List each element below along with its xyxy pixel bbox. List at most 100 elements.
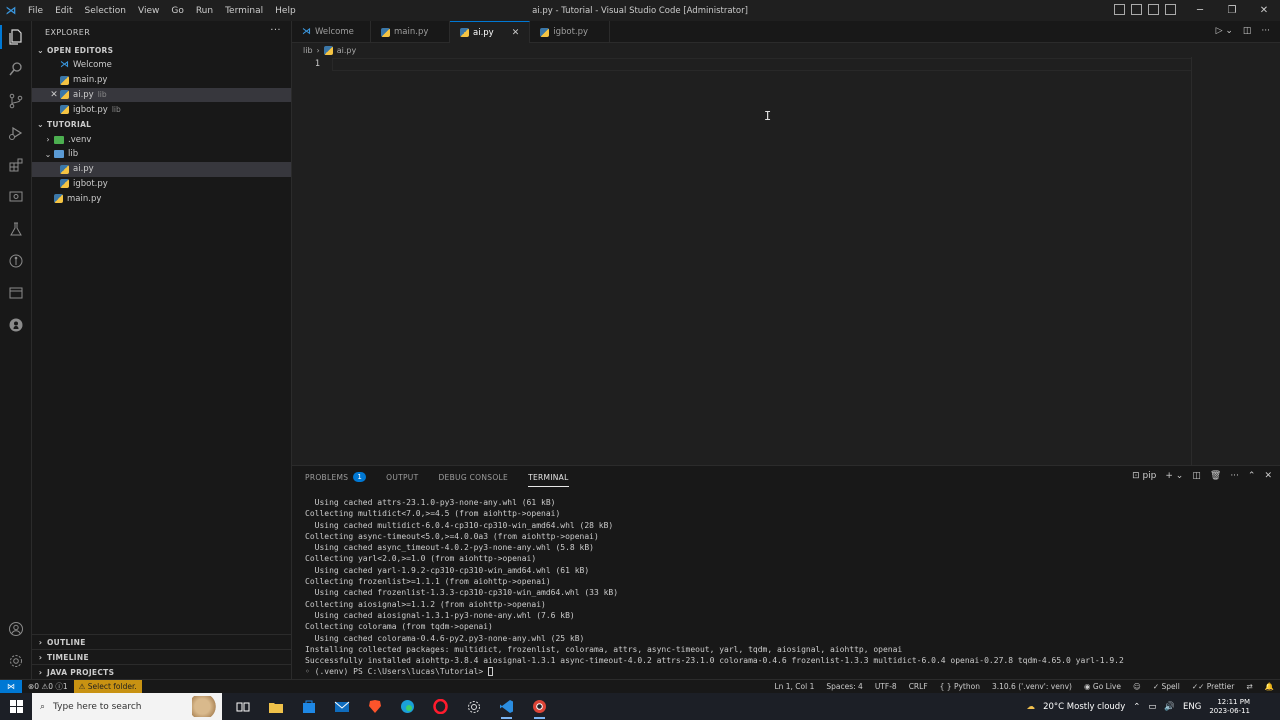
restore-icon[interactable]: ❐ xyxy=(1216,0,1248,21)
mail-icon[interactable] xyxy=(325,693,358,720)
chrome-taskbar-icon[interactable] xyxy=(523,693,556,720)
outline-header[interactable]: › OUTLINE xyxy=(32,634,291,649)
open-editor-main-py[interactable]: main.py xyxy=(32,73,291,88)
workspace-header[interactable]: ⌄ TUTORIAL xyxy=(32,117,291,132)
tree-file-ai-py[interactable]: ai.py xyxy=(32,161,291,177)
task-view-icon[interactable] xyxy=(226,693,259,720)
tab-output[interactable]: OUTPUT xyxy=(386,466,418,488)
git-graph-icon[interactable] xyxy=(0,245,32,277)
menu-view[interactable]: View xyxy=(132,6,165,16)
settings-icon[interactable] xyxy=(457,693,490,720)
chevron-up-icon[interactable]: ⌃ xyxy=(1133,702,1140,712)
source-control-icon[interactable] xyxy=(0,85,32,117)
tree-file-igbot-py[interactable]: igbot.py xyxy=(32,177,291,192)
terminal-output[interactable]: Using cached attrs-23.1.0-py3-none-any.w… xyxy=(305,497,1124,678)
open-editor-ai-py[interactable]: ✕ ai.py lib xyxy=(32,87,291,103)
split-editor-icon[interactable]: ◫ xyxy=(1243,26,1252,36)
new-terminal-icon[interactable]: + ⌄ xyxy=(1165,471,1183,481)
brave-browser-icon[interactable] xyxy=(358,693,391,720)
opera-browser-icon[interactable] xyxy=(424,693,457,720)
prettier-button[interactable]: ✓✓ Prettier xyxy=(1192,682,1235,691)
tab-ai-py[interactable]: ai.py ✕ xyxy=(450,21,531,43)
microsoft-store-icon[interactable] xyxy=(292,693,325,720)
editor-more-icon[interactable]: ··· xyxy=(1261,26,1270,36)
select-folder-status[interactable]: ⚠ Select folder. xyxy=(73,679,142,694)
taskbar-search-box[interactable]: ⌕ Type here to search xyxy=(32,693,222,720)
breadcrumb-file[interactable]: ai.py xyxy=(337,46,356,55)
open-editors-header[interactable]: ⌄ OPEN EDITORS xyxy=(32,43,291,58)
code-editor[interactable]: 1 I xyxy=(292,57,1280,465)
cursor-position[interactable]: Ln 1, Col 1 xyxy=(774,682,814,691)
menu-edit[interactable]: Edit xyxy=(49,6,78,16)
remote-indicator-icon[interactable]: ⋈ xyxy=(0,679,22,694)
close-tab-icon[interactable]: ✕ xyxy=(512,28,520,38)
input-language[interactable]: ENG xyxy=(1183,702,1201,712)
toggle-secondary-sidebar-icon[interactable] xyxy=(1148,4,1159,15)
network-icon[interactable]: ▭ xyxy=(1148,702,1156,712)
minimize-icon[interactable]: ─ xyxy=(1184,0,1216,21)
tab-debug-console[interactable]: DEBUG CONSOLE xyxy=(438,466,508,488)
copilot-icon[interactable]: ☺ xyxy=(1133,682,1141,691)
search-icon[interactable] xyxy=(0,53,32,85)
menu-selection[interactable]: Selection xyxy=(79,6,132,16)
split-terminal-icon[interactable]: ◫ xyxy=(1192,471,1201,481)
tree-folder-lib[interactable]: ⌄ lib xyxy=(32,147,291,162)
close-panel-icon[interactable]: ✕ xyxy=(1264,471,1272,481)
problems-status[interactable]: ⊗ 0 ⚠ 0 ⓘ 1 xyxy=(28,681,68,692)
tab-terminal[interactable]: TERMINAL xyxy=(528,466,569,488)
timeline-header[interactable]: › TIMELINE xyxy=(32,649,291,664)
menu-help[interactable]: Help xyxy=(269,6,302,16)
indentation[interactable]: Spaces: 4 xyxy=(826,682,862,691)
menu-file[interactable]: File xyxy=(22,6,49,16)
notifications-bell-icon[interactable]: 🔔 xyxy=(1265,682,1274,691)
menu-run[interactable]: Run xyxy=(190,6,219,16)
language-mode[interactable]: { } Python xyxy=(940,682,980,691)
tab-igbot-py[interactable]: igbot.py xyxy=(530,21,611,43)
breadcrumb-folder[interactable]: lib xyxy=(303,46,313,55)
close-editor-icon[interactable]: ✕ xyxy=(48,90,60,100)
extensions-icon[interactable] xyxy=(0,149,32,181)
open-editor-welcome[interactable]: ⋊ Welcome xyxy=(32,58,291,73)
spell-check-button[interactable]: ✓ Spell xyxy=(1153,682,1180,691)
panels-icon[interactable] xyxy=(0,277,32,309)
toggle-sidebar-icon[interactable] xyxy=(1114,4,1125,15)
edge-browser-icon[interactable] xyxy=(391,693,424,720)
weather-cloud-icon[interactable]: ☁ xyxy=(1027,702,1036,712)
run-debug-icon[interactable] xyxy=(0,117,32,149)
volume-icon[interactable]: 🔊 xyxy=(1164,702,1175,712)
weather-label[interactable]: 20°C Mostly cloudy xyxy=(1043,702,1125,712)
file-explorer-icon[interactable] xyxy=(259,693,292,720)
accounts-icon[interactable] xyxy=(0,613,32,645)
close-window-icon[interactable]: ✕ xyxy=(1248,0,1280,21)
github-icon[interactable] xyxy=(0,309,32,341)
terminal-prompt-line[interactable]: ◦ (.venv) PS C:\Users\lucas\Tutorial> xyxy=(305,666,1124,677)
tab-main-py[interactable]: main.py xyxy=(371,21,450,43)
terminal-shell-selector[interactable]: ⊡ pip xyxy=(1132,471,1156,481)
tree-file-main-py[interactable]: main.py xyxy=(32,191,291,206)
end-of-line[interactable]: CRLF xyxy=(909,682,928,691)
explorer-icon[interactable] xyxy=(0,21,32,53)
run-python-file-icon[interactable]: ▷ ⌄ xyxy=(1216,26,1233,36)
more-actions-icon[interactable]: ··· xyxy=(270,25,281,36)
settings-gear-icon[interactable] xyxy=(0,645,32,677)
encoding[interactable]: UTF-8 xyxy=(875,682,897,691)
customize-layout-icon[interactable] xyxy=(1165,4,1176,15)
panel-more-icon[interactable]: ··· xyxy=(1230,471,1239,481)
python-interpreter[interactable]: 3.10.6 ('.venv': venv) xyxy=(992,682,1072,691)
toggle-panel-icon[interactable] xyxy=(1131,4,1142,15)
tree-folder-venv[interactable]: › .venv xyxy=(32,132,291,147)
windows-start-icon[interactable] xyxy=(0,693,32,720)
tab-problems[interactable]: PROBLEMS 1 xyxy=(305,466,367,488)
remote-explorer-icon[interactable] xyxy=(0,181,32,213)
tab-welcome[interactable]: ⋊ Welcome xyxy=(292,21,371,43)
clock[interactable]: 12:11 PM 2023-06-11 xyxy=(1209,698,1258,716)
go-live-button[interactable]: ◉ Go Live xyxy=(1084,682,1121,691)
kill-terminal-icon[interactable]: 🗑 xyxy=(1210,471,1221,481)
vscode-taskbar-icon[interactable] xyxy=(490,693,523,720)
java-projects-header[interactable]: › JAVA PROJECTS xyxy=(32,664,291,679)
testing-icon[interactable] xyxy=(0,213,32,245)
feedback-icon[interactable]: ⇄ xyxy=(1246,682,1252,691)
open-editor-igbot-py[interactable]: igbot.py lib xyxy=(32,102,291,117)
menu-terminal[interactable]: Terminal xyxy=(219,6,269,16)
menu-go[interactable]: Go xyxy=(165,6,189,16)
